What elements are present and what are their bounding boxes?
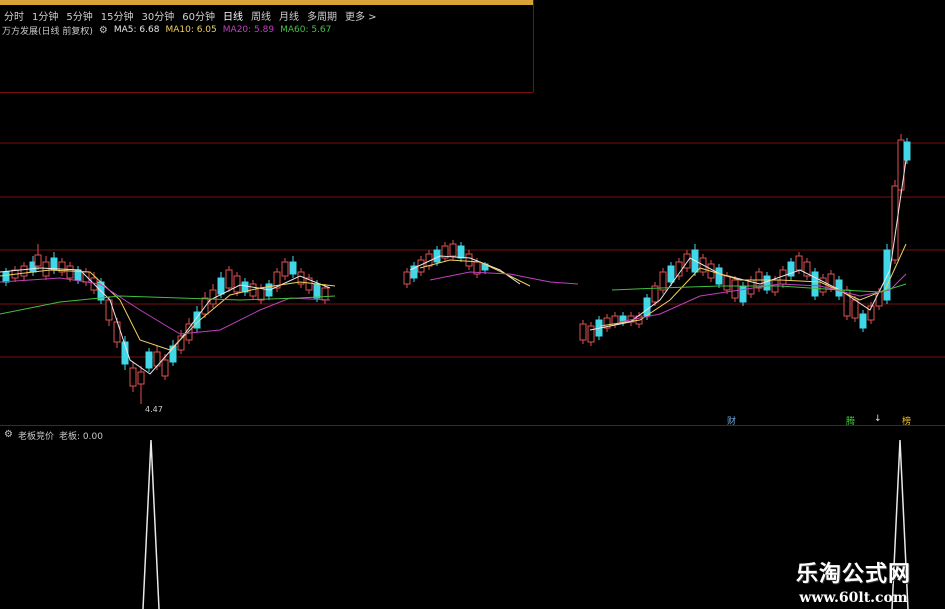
candle-body xyxy=(457,245,465,259)
candle-body xyxy=(643,297,651,317)
candle-body xyxy=(449,243,457,257)
candle-body xyxy=(185,323,193,341)
candle-body xyxy=(715,267,723,285)
watermark: 乐淘公式网 www.60lt.com xyxy=(796,556,911,606)
candle-body xyxy=(233,275,241,293)
ma-line xyxy=(429,271,579,285)
candle-body xyxy=(795,255,803,271)
candle-body xyxy=(859,313,867,329)
candle-body xyxy=(811,271,819,297)
ma-line xyxy=(0,295,336,315)
candle-body xyxy=(289,261,297,275)
candle-body xyxy=(851,299,859,319)
watermark-url: www.60lt.com xyxy=(799,590,908,606)
candle-body xyxy=(137,371,145,385)
kline-chart[interactable] xyxy=(0,0,945,609)
candle-body xyxy=(313,283,321,299)
candle-body xyxy=(731,279,739,299)
candle-body xyxy=(66,265,74,279)
candle-body xyxy=(403,271,411,285)
sub-chart-info-bar: ⚙ 老板竞价 老板: 0.00 xyxy=(4,429,103,442)
candle-body xyxy=(145,351,153,369)
indicator-value: 老板: 0.00 xyxy=(58,432,103,442)
candle-body xyxy=(465,253,473,267)
candle-body xyxy=(667,265,675,283)
candle-body xyxy=(739,285,747,303)
event-marker[interactable]: 腾 xyxy=(846,414,855,427)
candle-body xyxy=(763,275,771,291)
candle-body xyxy=(161,359,169,377)
candle-body xyxy=(723,275,731,291)
event-marker[interactable]: 榜 xyxy=(902,414,911,427)
event-marker[interactable]: ↓ xyxy=(874,414,882,424)
candle-body xyxy=(2,271,10,283)
ma-line xyxy=(0,269,336,351)
candle-body xyxy=(611,315,619,325)
indicator-name: 老板竞价 xyxy=(17,432,54,442)
candle-body xyxy=(875,291,883,307)
signal-spike xyxy=(142,439,160,609)
candle-body xyxy=(257,287,265,301)
gear-icon[interactable]: ⚙ xyxy=(4,429,13,442)
low-price-label: 4.47 xyxy=(145,405,163,414)
event-marker[interactable]: 财 xyxy=(727,414,736,427)
candle-body xyxy=(659,271,667,291)
candle-body xyxy=(129,367,137,387)
candle-body xyxy=(20,265,28,277)
candle-body xyxy=(34,254,42,267)
candle-body xyxy=(217,277,225,295)
candle-body xyxy=(113,321,121,343)
candle-body xyxy=(225,269,233,289)
candle-body xyxy=(579,323,587,341)
candle-body xyxy=(281,261,289,277)
candle-body xyxy=(903,141,911,161)
candle-body xyxy=(42,261,50,277)
candle-body xyxy=(587,325,595,343)
watermark-title: 乐淘公式网 xyxy=(795,561,911,587)
candle-body xyxy=(321,287,329,301)
